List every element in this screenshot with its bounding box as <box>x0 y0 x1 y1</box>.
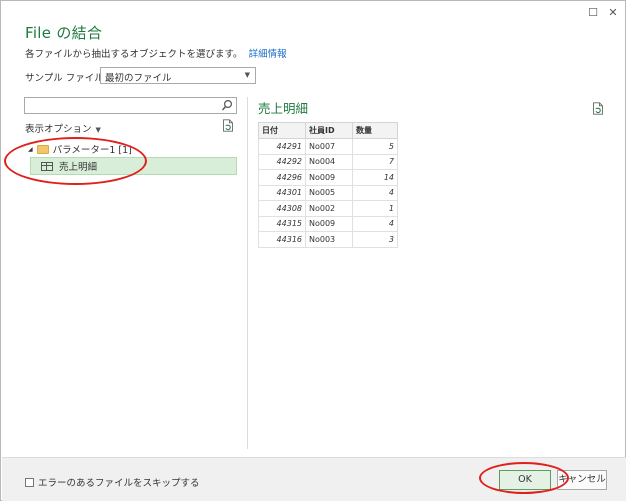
maximize-icon[interactable]: ☐ <box>583 5 603 21</box>
table-row: 44296 No009 14 <box>258 169 398 186</box>
table-cell: 44308 <box>258 200 306 217</box>
tree-folder-parameter[interactable]: ◢ パラメーター1 [1] <box>28 142 132 156</box>
checkbox-box[interactable] <box>25 477 34 487</box>
table-icon <box>41 161 53 171</box>
refresh-icon[interactable] <box>222 119 234 135</box>
sample-file-label: サンプル ファイル: <box>25 73 107 84</box>
skip-errors-label: エラーのあるファイルをスキップする <box>38 478 200 489</box>
sample-file-select[interactable]: 最初のファイル ▼ <box>100 67 256 84</box>
chevron-down-icon: ▼ <box>95 126 101 134</box>
table-cell: 44291 <box>258 138 306 155</box>
table-cell: 44315 <box>258 215 306 232</box>
column-header[interactable]: 数量 <box>352 122 398 139</box>
chevron-down-icon: ▼ <box>244 71 250 79</box>
preview-table: 日付 社員ID 数量 44291 No007 5 44292 No004 7 44296… <box>258 122 398 248</box>
table-cell: No009 <box>305 215 353 232</box>
table-row: 44292 No004 7 <box>258 153 398 170</box>
table-cell: 5 <box>352 138 398 155</box>
dialog-description: 各ファイルから抽出するオブジェクトを選びます。 詳細情報 <box>25 46 287 60</box>
close-icon[interactable]: ✕ <box>603 5 623 21</box>
table-header-row: 日付 社員ID 数量 <box>258 122 398 139</box>
table-cell: 44316 <box>258 231 306 248</box>
preview-title: 売上明細 <box>258 101 309 116</box>
table-cell: No003 <box>305 231 353 248</box>
tree-item-label: 売上明細 <box>59 162 98 173</box>
description-text: 各ファイルから抽出するオブジェクトを選びます。 <box>25 49 243 60</box>
skip-errors-checkbox[interactable]: エラーのあるファイルをスキップする <box>25 475 200 489</box>
dialog-title: File の結合 <box>25 24 103 42</box>
expand-triangle-icon[interactable]: ◢ <box>28 146 33 153</box>
table-cell: No004 <box>305 153 353 170</box>
table-cell: No005 <box>305 184 353 201</box>
table-cell: No007 <box>305 138 353 155</box>
table-cell: No002 <box>305 200 353 217</box>
folder-label: パラメーター1 [1] <box>52 145 132 156</box>
table-cell: 4 <box>352 184 398 201</box>
search-input[interactable] <box>24 97 237 114</box>
table-row: 44315 No009 4 <box>258 215 398 232</box>
table-cell: No009 <box>305 169 353 186</box>
table-cell: 3 <box>352 231 398 248</box>
table-row: 44301 No005 4 <box>258 184 398 201</box>
table-row: 44291 No007 5 <box>258 138 398 155</box>
display-options-dropdown[interactable]: 表示オプション ▼ <box>25 121 101 135</box>
display-options-label: 表示オプション <box>25 124 92 135</box>
table-cell: 44296 <box>258 169 306 186</box>
details-link[interactable]: 詳細情報 <box>249 49 287 60</box>
column-header[interactable]: 社員ID <box>305 122 353 139</box>
refresh-preview-icon[interactable] <box>592 102 604 118</box>
table-cell: 1 <box>352 200 398 217</box>
folder-icon <box>36 144 49 154</box>
search-icon[interactable] <box>221 99 233 115</box>
table-cell: 44301 <box>258 184 306 201</box>
cancel-button[interactable]: キャンセル <box>557 470 607 490</box>
table-row: 44316 No003 3 <box>258 231 398 248</box>
ok-button[interactable]: OK <box>499 470 551 490</box>
table-cell: 7 <box>352 153 398 170</box>
table-cell: 14 <box>352 169 398 186</box>
table-cell: 44292 <box>258 153 306 170</box>
tree-item-sales-detail[interactable]: 売上明細 <box>30 157 237 175</box>
pane-divider[interactable] <box>247 97 248 449</box>
table-row: 44308 No002 1 <box>258 200 398 217</box>
sample-file-value: 最初のファイル <box>105 73 172 84</box>
table-cell: 4 <box>352 215 398 232</box>
column-header[interactable]: 日付 <box>258 122 306 139</box>
combine-files-dialog: ☐ ✕ File の結合 各ファイルから抽出するオブジェクトを選びます。 詳細情報… <box>0 0 626 501</box>
